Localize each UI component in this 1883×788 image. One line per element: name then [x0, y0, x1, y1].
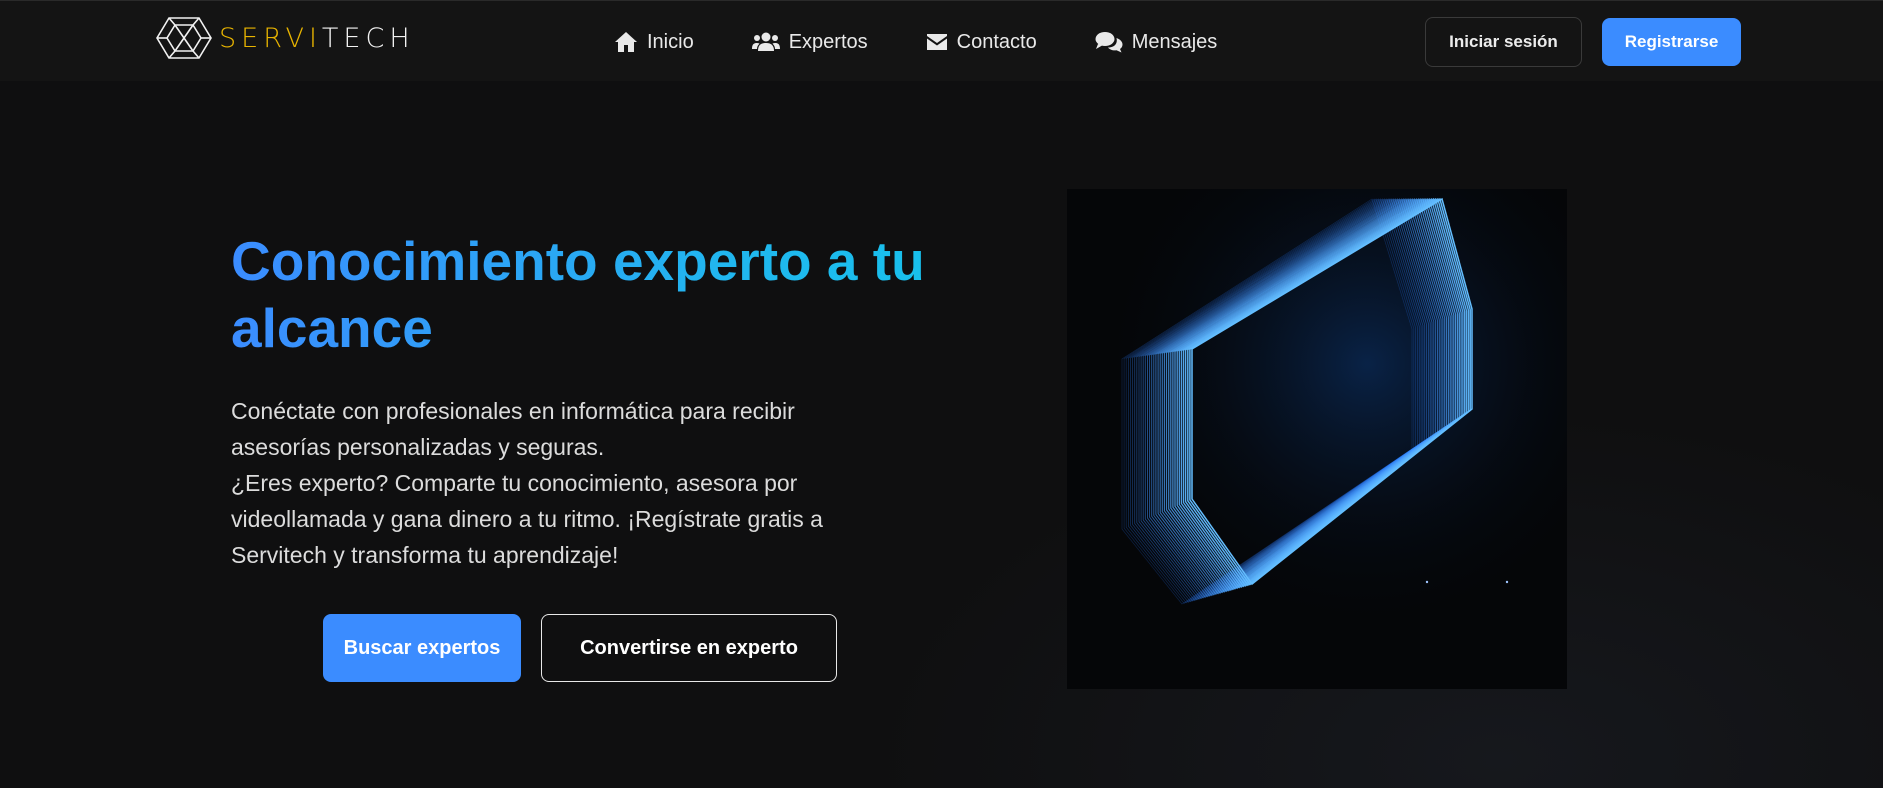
brand-wordmark: SERVI TECH: [219, 23, 415, 54]
hero-description: Conéctate con profesionales en informáti…: [231, 393, 871, 573]
comments-icon: [1095, 32, 1123, 53]
nav-item-contacto[interactable]: Contacto: [926, 31, 1037, 54]
hero-description-line1: Conéctate con profesionales en informáti…: [231, 398, 795, 460]
brand-logo[interactable]: SERVI TECH: [155, 13, 415, 63]
nav-item-expertos[interactable]: Expertos: [751, 30, 868, 54]
abstract-lines-artwork: [1067, 189, 1567, 689]
nav-item-inicio[interactable]: Inicio: [614, 31, 694, 54]
register-button[interactable]: Registrarse: [1602, 18, 1741, 66]
main-nav: Inicio Expertos Contacto Mensajes: [614, 23, 1217, 61]
become-expert-button[interactable]: Convertirse en experto: [541, 614, 837, 682]
nav-item-mensajes[interactable]: Mensajes: [1095, 30, 1218, 54]
navbar: SERVI TECH Inicio Expertos Contacto Mens…: [0, 0, 1883, 81]
logo-mark-icon: [156, 17, 212, 59]
hero-illustration: [1067, 189, 1567, 689]
envelope-icon: [926, 34, 947, 50]
hero-description-line2: ¿Eres experto? Comparte tu conocimiento,…: [231, 470, 823, 568]
search-experts-button[interactable]: Buscar expertos: [323, 614, 521, 682]
nav-item-label: Expertos: [788, 30, 868, 53]
nav-item-label: Mensajes: [1131, 30, 1218, 53]
home-icon: [615, 32, 637, 52]
brand-name-part2: TECH: [321, 22, 415, 54]
users-icon: [751, 32, 780, 51]
nav-item-label: Inicio: [647, 30, 694, 53]
hero-title: Conocimiento experto a tu alcance: [231, 228, 931, 362]
nav-item-label: Contacto: [956, 30, 1037, 53]
login-button[interactable]: Iniciar sesión: [1425, 17, 1582, 67]
brand-name-part1: SERVI: [219, 22, 322, 54]
